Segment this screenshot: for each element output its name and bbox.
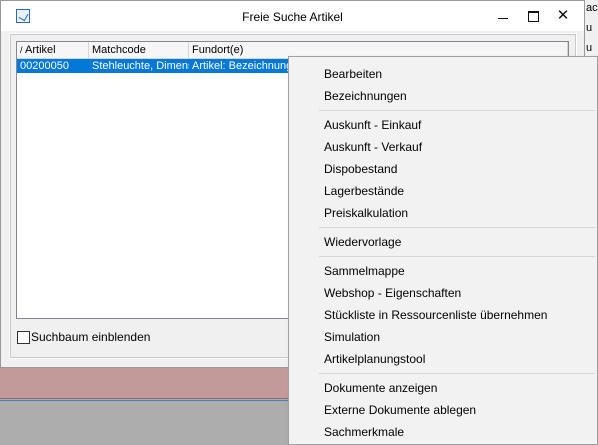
menu-item-dokumente-anzeigen[interactable]: Dokumente anzeigen <box>324 377 437 399</box>
menu-separator <box>319 110 595 111</box>
close-button[interactable]: ✕ <box>549 1 577 31</box>
suchbaum-label: Suchbaum einblenden <box>31 330 151 344</box>
background-text: ach <box>586 2 598 14</box>
menu-item-webshop-eigenschaften[interactable]: Webshop - Eigenschaften <box>324 282 461 304</box>
minimize-icon <box>498 18 508 20</box>
menu-separator <box>319 227 595 228</box>
menu-item-wiedervorlage[interactable]: Wiedervorlage <box>324 231 401 253</box>
menu-item-bearbeiten[interactable]: Bearbeiten <box>324 63 382 85</box>
maximize-button[interactable] <box>519 1 547 31</box>
column-header-matchcode[interactable]: Matchcode <box>89 42 189 58</box>
column-label: Artikel <box>25 44 56 56</box>
table-row[interactable]: 00200050 Stehleuchte, Dimens Artikel: Be… <box>17 59 307 73</box>
suchbaum-checkbox[interactable] <box>17 331 30 344</box>
menu-item-stueckliste-uebernehmen[interactable]: Stückliste in Ressourcenliste übernehmen <box>324 304 547 326</box>
maximize-icon <box>527 11 539 23</box>
minimize-button[interactable] <box>489 1 517 31</box>
menu-item-simulation[interactable]: Simulation <box>324 326 380 348</box>
menu-item-bezeichnungen[interactable]: Bezeichnungen <box>324 85 407 107</box>
menu-item-sachmerkmale[interactable]: Sachmerkmale <box>324 421 404 443</box>
context-menu: Bearbeiten Bezeichnungen Auskunft - Eink… <box>288 56 598 445</box>
menu-separator <box>319 373 595 374</box>
background-text: u <box>586 42 593 54</box>
menu-item-externe-dokumente-ablegen[interactable]: Externe Dokumente ablegen <box>324 399 476 421</box>
cell-matchcode: Stehleuchte, Dimens <box>92 60 189 72</box>
menu-item-dispobestand[interactable]: Dispobestand <box>324 158 397 180</box>
menu-item-auskunft-verkauf[interactable]: Auskunft - Verkauf <box>324 136 422 158</box>
menu-item-artikelplanungstool[interactable]: Artikelplanungstool <box>324 348 425 370</box>
menu-separator <box>319 256 595 257</box>
cell-artikel: 00200050 <box>20 60 69 72</box>
column-header-artikel[interactable]: / Artikel <box>17 42 89 58</box>
background-text: u <box>586 22 593 34</box>
menu-item-auskunft-einkauf[interactable]: Auskunft - Einkauf <box>324 114 421 136</box>
close-icon: ✕ <box>556 7 570 24</box>
menu-item-preiskalkulation[interactable]: Preiskalkulation <box>324 202 408 224</box>
menu-item-sammelmappe[interactable]: Sammelmappe <box>324 260 405 282</box>
title-bar[interactable]: Freie Suche Artikel ✕ <box>1 1 584 31</box>
menu-item-lagerbestaende[interactable]: Lagerbestände <box>324 180 404 202</box>
